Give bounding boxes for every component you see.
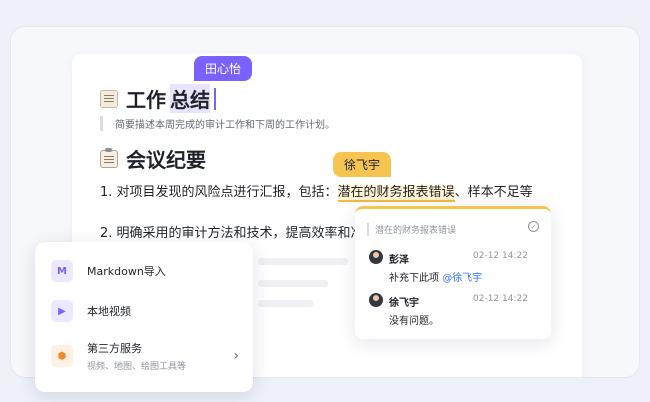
comment-author: 彭泽 [389,255,409,266]
placeholder-bar [258,258,348,265]
avatar [369,293,383,307]
paragraph-line-2[interactable]: 2. 明确采用的审计方法和技术，提高效率和准 [100,222,364,241]
mention-link[interactable]: @徐飞宇 [442,273,482,284]
avatar [369,250,383,264]
clipboard-icon [100,147,118,168]
menu-item-markdown-import[interactable]: M Markdown导入 [51,260,243,282]
menu-item-label: 第三方服务 [87,342,142,355]
line1-suffix: 、样本不足等 [454,185,533,200]
chevron-right-icon[interactable]: › [233,348,239,364]
quote-block[interactable]: 简要描述本周完成的审计工作和下周的工作计划。 [100,116,335,131]
menu-item-label: 本地视频 [87,305,131,318]
comment-quote: 潜在的财务报表错误 [367,223,456,236]
paragraph-line-1[interactable]: 1. 对项目发现的风险点进行汇报，包括：潜在的财务报表错误、样本不足等 [100,181,533,202]
heading2-text: 会议纪要 [126,148,206,172]
collaborator-cursor [214,87,216,110]
menu-item-sublabel: 视频、地图、绘图工具等 [87,362,187,372]
commented-text-highlight[interactable]: 潜在的财务报表错误 [337,185,455,202]
comment-body: 补充下此项 [389,273,443,284]
menu-item-third-party-service[interactable]: ⬢ 第三方服务 视频、地图、绘图工具等 › [51,340,243,372]
collaborator-tag-yellow: 徐飞宇 [333,152,392,177]
comment-text: 补充下此项 @徐飞宇 [389,269,482,284]
resolve-check-icon[interactable]: ✓ [528,221,539,232]
placeholder-bar [258,300,313,307]
markdown-icon: M [51,260,73,282]
cube-icon: ⬢ [51,345,73,367]
heading-work-summary[interactable]: 工作 总结 [100,84,216,113]
comment-author: 徐飞宇 [389,298,419,309]
video-icon: ▶ [51,300,73,322]
comment-time: 02-12 14:22 [473,294,528,304]
heading-meeting-minutes[interactable]: 会议纪要 [100,144,206,173]
heading1-text: 工作 [126,88,166,112]
insert-menu: M Markdown导入 ▶ 本地视频 ⬢ 第三方服务 视频、地图、绘图工具等 … [35,242,253,392]
comment-body: 没有问题。 [389,316,439,327]
collaborator-tag-purple: 田心怡 [194,56,253,81]
comment-card: 潜在的财务报表错误 ✓ 彭泽 02-12 14:22 补充下此项 @徐飞宇 徐飞… [355,206,551,339]
line1-prefix: 1. 对项目发现的风险点进行汇报，包括： [100,185,338,200]
menu-item-local-video[interactable]: ▶ 本地视频 [51,300,243,322]
heading1-selected-text: 总结 [170,84,210,113]
placeholder-bar [258,280,328,287]
menu-item-label: Markdown导入 [87,265,166,278]
memo-icon [100,89,118,108]
comment-time: 02-12 14:22 [473,251,528,261]
